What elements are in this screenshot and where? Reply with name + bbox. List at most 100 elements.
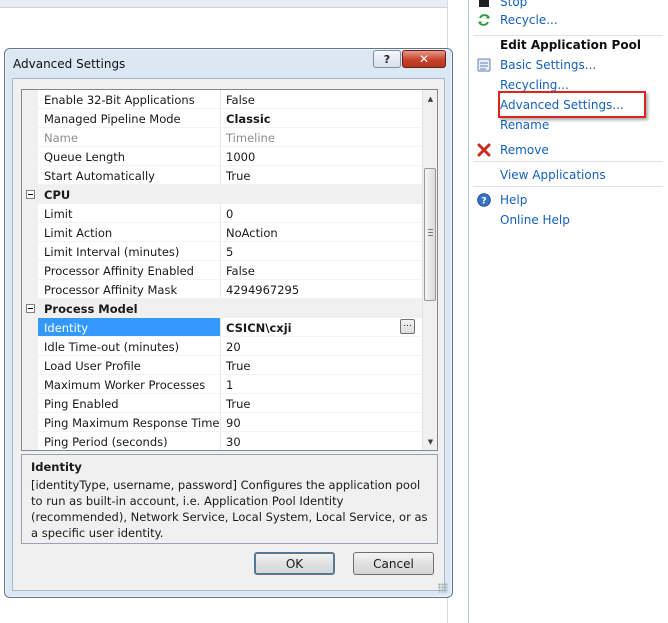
property-row[interactable]: Limit Interval (minutes) 5 — [22, 242, 422, 261]
property-row[interactable]: Limit 0 — [22, 204, 422, 223]
property-value[interactable]: 1 — [226, 378, 233, 392]
ok-button[interactable]: OK — [254, 552, 335, 575]
row-gutter — [22, 394, 38, 413]
property-name: Load User Profile — [44, 359, 141, 373]
action-recycle[interactable]: Recycle... — [469, 10, 668, 30]
property-row[interactable]: Managed Pipeline Mode Classic — [22, 109, 422, 128]
property-value[interactable]: 5 — [226, 245, 233, 259]
collapse-icon[interactable] — [26, 190, 35, 199]
property-row[interactable]: Processor Affinity Enabled False — [22, 261, 422, 280]
actions-separator — [473, 186, 663, 187]
property-row[interactable]: Ping Enabled True — [22, 394, 422, 413]
row-gutter — [22, 166, 38, 185]
column-divider — [220, 147, 221, 166]
column-divider — [220, 166, 221, 185]
property-value[interactable]: Classic — [226, 112, 271, 126]
cancel-button[interactable]: Cancel — [353, 552, 434, 575]
column-divider — [220, 204, 221, 223]
identity-browse-button[interactable]: ... — [400, 319, 415, 334]
property-grid[interactable]: Enable 32-Bit Applications False Managed P… — [21, 89, 438, 451]
advanced-settings-highlight — [498, 91, 646, 118]
property-row[interactable]: Maximum Worker Processes 1 — [22, 375, 422, 394]
category-row[interactable]: Process Model — [22, 299, 422, 318]
settings-icon — [476, 57, 492, 73]
property-name: Ping Period (seconds) — [44, 435, 168, 449]
property-value[interactable]: True — [226, 359, 250, 373]
property-row[interactable]: Name Timeline — [22, 128, 422, 147]
property-grid-scrollbar[interactable]: ▲ ▼ — [422, 90, 437, 450]
resize-grip[interactable] — [438, 583, 448, 593]
column-divider — [220, 413, 221, 432]
action-online-help[interactable]: Online Help — [469, 210, 668, 230]
scroll-up-button[interactable]: ▲ — [423, 90, 437, 107]
property-value[interactable]: False — [226, 264, 255, 278]
property-value[interactable]: 20 — [226, 340, 241, 354]
property-name: Processor Affinity Enabled — [44, 264, 194, 278]
property-value[interactable]: True — [226, 169, 250, 183]
close-button[interactable]: ✕ — [402, 50, 446, 68]
property-value[interactable]: Timeline — [226, 131, 275, 145]
property-row[interactable]: Load User Profile True — [22, 356, 422, 375]
action-view-applications-label: View Applications — [500, 168, 606, 182]
property-name: Name — [44, 131, 78, 145]
property-value[interactable]: 0 — [226, 207, 233, 221]
row-separator — [38, 450, 422, 451]
property-value[interactable]: 1000 — [226, 150, 255, 164]
scroll-down-button[interactable]: ▼ — [423, 433, 437, 450]
property-value[interactable]: CSICN\cxji — [226, 321, 292, 335]
property-row[interactable]: Start Automatically True — [22, 166, 422, 185]
grip-line — [428, 235, 433, 236]
property-value[interactable]: True — [226, 397, 250, 411]
column-divider — [220, 432, 221, 450]
column-divider — [220, 242, 221, 261]
advanced-settings-dialog: Advanced Settings ? ✕ Enable 32-Bit Appl… — [4, 48, 453, 598]
action-recycling-label: Recycling... — [500, 78, 569, 92]
action-view-applications[interactable]: View Applications — [469, 165, 668, 185]
collapse-icon[interactable] — [26, 304, 35, 313]
action-rename[interactable]: Rename — [469, 115, 668, 135]
property-row[interactable]: Enable 32-Bit Applications False — [22, 90, 422, 109]
svg-text:?: ? — [481, 197, 486, 207]
property-row[interactable]: Queue Length 1000 — [22, 147, 422, 166]
property-row[interactable]: Idle Time-out (minutes) 20 — [22, 337, 422, 356]
property-row[interactable]: Identity CSICN\cxji... — [22, 318, 422, 337]
category-row[interactable]: CPU — [22, 185, 422, 204]
action-remove[interactable]: Remove — [469, 140, 668, 160]
action-rename-label: Rename — [500, 118, 550, 132]
column-divider — [220, 109, 221, 128]
property-value[interactable]: False — [226, 93, 255, 107]
property-value[interactable]: 30 — [226, 435, 241, 449]
property-row[interactable]: Ping Maximum Response Time (s 90 — [22, 413, 422, 432]
help-icon: ? — [383, 52, 391, 66]
row-gutter — [22, 242, 38, 261]
description-body: [identityType, username, password] Confi… — [31, 478, 428, 540]
property-value[interactable]: NoAction — [226, 226, 278, 240]
description-panel: Identity [identityType, username, passwo… — [21, 454, 438, 544]
action-basic-settings[interactable]: Basic Settings... — [469, 55, 668, 75]
main-header-strip — [0, 0, 448, 8]
row-gutter — [22, 432, 38, 450]
property-row[interactable]: Limit Action NoAction — [22, 223, 422, 242]
property-value[interactable]: 90 — [226, 416, 241, 430]
stop-icon — [476, 0, 492, 10]
column-divider — [220, 356, 221, 375]
row-gutter — [22, 375, 38, 394]
action-online-help-label: Online Help — [500, 213, 570, 227]
help-icon: ? — [476, 192, 492, 208]
recycle-icon — [476, 12, 492, 28]
column-divider — [220, 375, 221, 394]
dialog-titlebar[interactable]: Advanced Settings ? ✕ — [5, 49, 452, 79]
property-name: Ping Enabled — [44, 397, 119, 411]
property-value[interactable]: 4294967295 — [226, 283, 299, 297]
column-divider — [220, 280, 221, 299]
help-button[interactable]: ? — [373, 50, 401, 68]
property-row[interactable]: Processor Affinity Mask 4294967295 — [22, 280, 422, 299]
property-row[interactable]: Ping Period (seconds) 30 — [22, 432, 422, 451]
action-help[interactable]: ? Help — [469, 190, 668, 210]
action-remove-label: Remove — [500, 143, 549, 157]
column-divider — [220, 223, 221, 242]
arrow-up-icon: ▲ — [427, 94, 434, 103]
property-name: Queue Length — [44, 150, 126, 164]
row-gutter — [22, 223, 38, 242]
scroll-thumb[interactable] — [424, 168, 436, 301]
